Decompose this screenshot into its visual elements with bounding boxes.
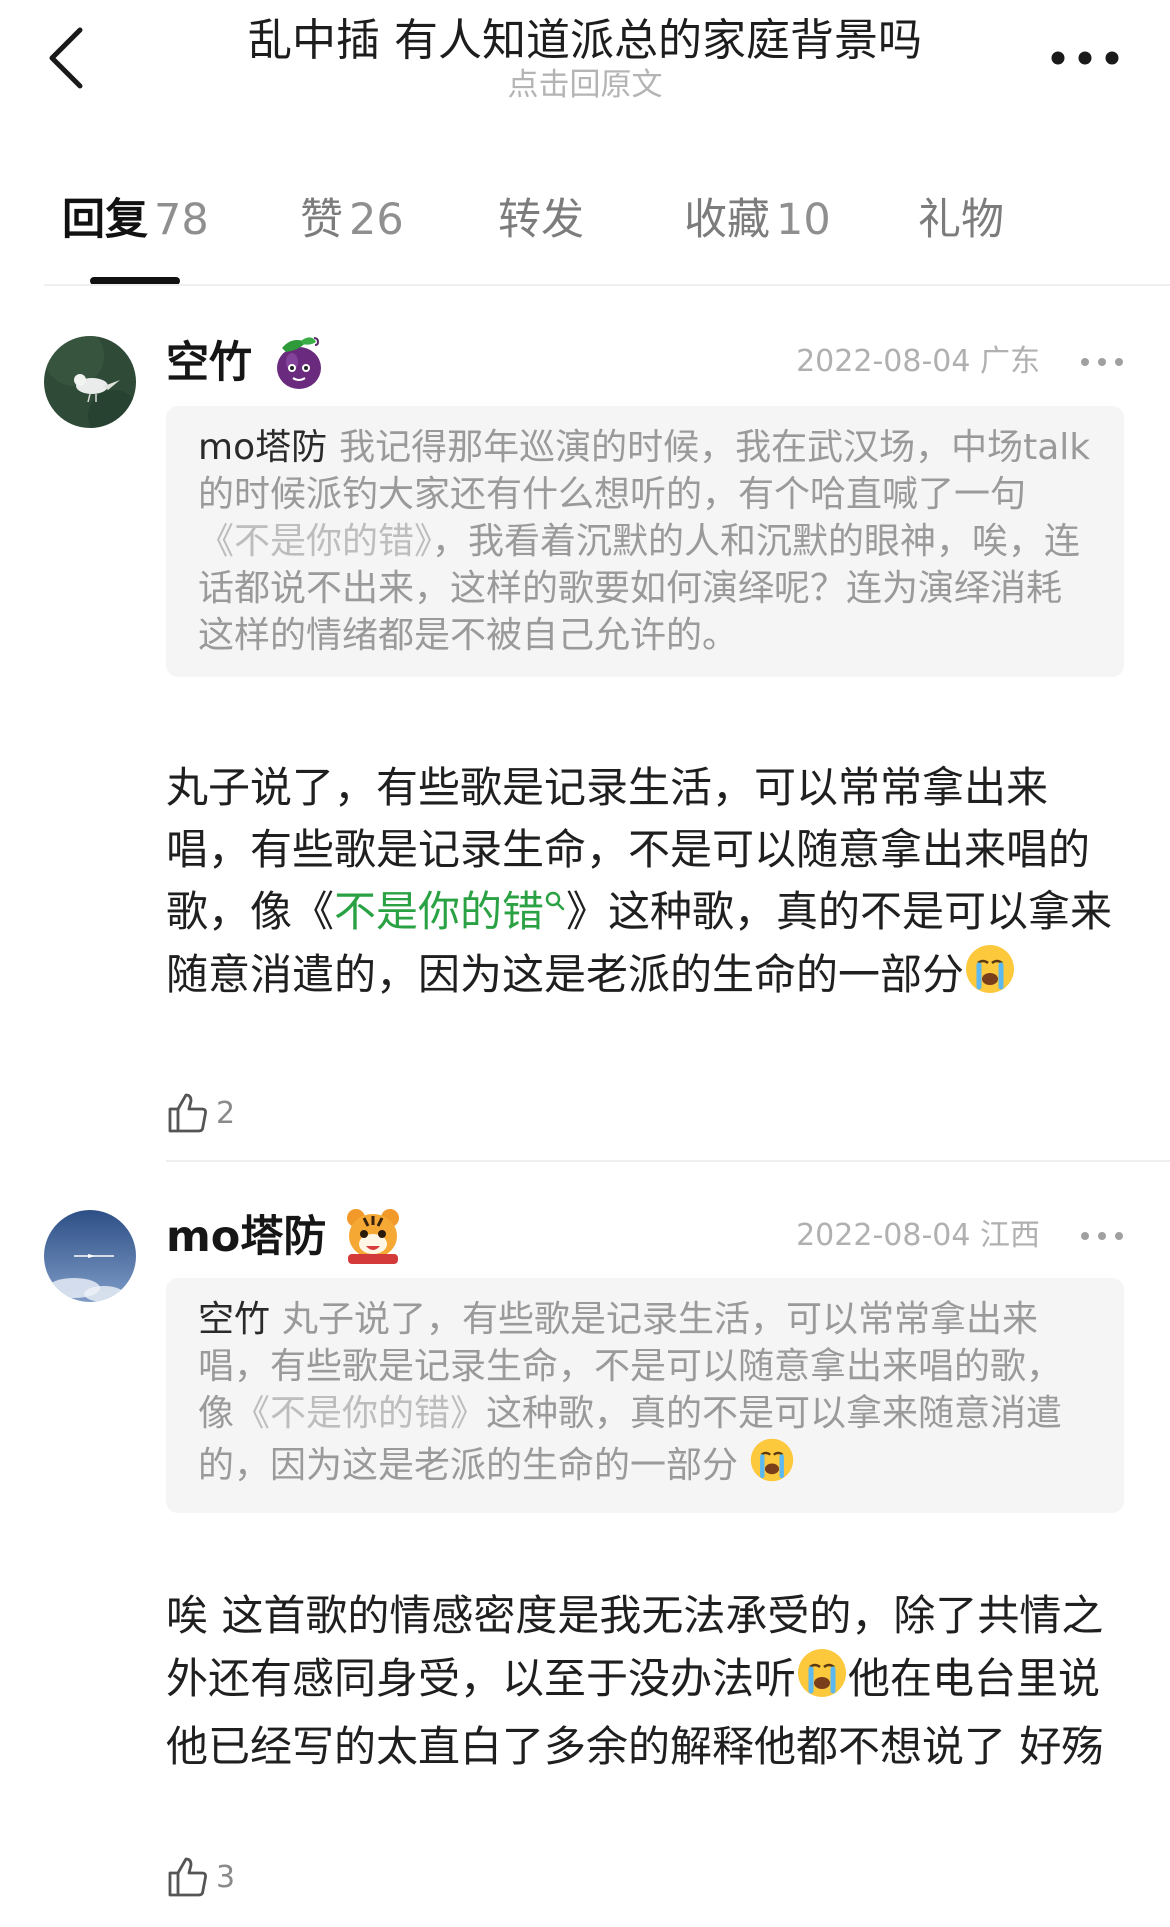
comment-meta: 2022-08-04 江西 <box>740 1216 1040 1256</box>
avatar[interactable] <box>44 1210 136 1302</box>
tab-label: 赞 <box>300 195 343 245</box>
comment-location: 江西 <box>980 1218 1040 1253</box>
like-count: 2 <box>216 1095 236 1131</box>
quoted-author[interactable]: 空竹 <box>198 1299 270 1340</box>
like-count: 3 <box>216 1859 236 1895</box>
quoted-song-title: 《不是你的错》 <box>198 521 433 562</box>
tab-favorites[interactable]: 收藏 10 <box>684 190 831 250</box>
thumbs-up-icon <box>168 1093 207 1133</box>
search-icon <box>545 891 565 911</box>
tab-count: 26 <box>349 195 404 245</box>
tab-label: 收藏 <box>684 195 770 245</box>
thumbs-up-icon <box>168 1857 207 1897</box>
username[interactable]: 空竹 <box>166 337 252 389</box>
comment-date: 2022-08-04 <box>796 1218 971 1253</box>
tiger-badge-icon <box>342 1204 404 1266</box>
crying-face-icon <box>749 1437 795 1495</box>
username[interactable]: mo塔防 <box>166 1211 326 1263</box>
song-link-label: 不是你的错 <box>334 887 545 936</box>
tab-replies[interactable]: 回复 78 <box>62 190 209 250</box>
back-button[interactable] <box>34 18 98 98</box>
song-link[interactable]: 不是你的错 <box>334 887 566 936</box>
comment-more-button[interactable] <box>1074 350 1130 374</box>
quoted-song-title: 《不是你的错》 <box>234 1393 487 1434</box>
eggplant-badge-icon <box>272 332 328 392</box>
page-title: 乱中插 有人知道派总的家庭背景吗 <box>248 15 922 66</box>
comment-more-button[interactable] <box>1074 1224 1130 1248</box>
back-to-original-link[interactable]: 点击回原文 <box>150 66 1020 104</box>
tab-label: 礼物 <box>918 195 1004 245</box>
bird-avatar-icon <box>44 336 136 428</box>
comment-content: 丸子说了，有些歌是记录生活，可以常常拿出来唱，有些歌是记录生命，不是可以随意拿出… <box>166 757 1116 1012</box>
comment-date: 2022-08-04 <box>796 344 971 379</box>
comment-meta: 2022-08-04 广东 <box>740 342 1040 382</box>
sky-avatar-icon <box>44 1210 136 1302</box>
quoted-text: 我记得那年巡演的时候，我在武汉场，中场talk的时候派钓大家还有什么想听的，有个… <box>198 427 1091 515</box>
comment-divider <box>166 1160 1170 1162</box>
comment-content: 唉 这首歌的情感密度是我无法承受的，除了共情之外还有感同身受，以至于没办法听 他在… <box>166 1585 1116 1778</box>
chevron-left-icon <box>49 27 83 89</box>
tab-label: 回复 <box>62 195 148 245</box>
tab-count: 10 <box>776 195 831 245</box>
more-icon <box>1051 51 1119 65</box>
quoted-reply[interactable]: 空竹 丸子说了，有些歌是记录生活，可以常常拿出来唱，有些歌是记录生命，不是可以随意… <box>166 1278 1124 1513</box>
avatar[interactable] <box>44 336 136 428</box>
tab-count: 78 <box>154 195 209 245</box>
crying-face-icon <box>796 1647 848 1716</box>
quoted-reply[interactable]: mo塔防 我记得那年巡演的时候，我在武汉场，中场talk的时候派钓大家还有什么想听… <box>166 406 1124 677</box>
more-icon <box>1081 358 1123 366</box>
tab-gifts[interactable]: 礼物 <box>918 190 1004 250</box>
comment-location: 广东 <box>980 344 1040 379</box>
more-icon <box>1081 1232 1123 1240</box>
like-button[interactable]: 2 <box>166 1088 235 1138</box>
crying-face-icon <box>964 943 1016 1012</box>
tab-reposts[interactable]: 转发 <box>498 190 584 250</box>
tabs-divider <box>44 284 1170 286</box>
more-options-button[interactable] <box>1040 40 1130 76</box>
like-button[interactable]: 3 <box>166 1852 235 1902</box>
tab-likes[interactable]: 赞 26 <box>300 190 404 250</box>
tab-label: 转发 <box>498 195 584 245</box>
quoted-author[interactable]: mo塔防 <box>198 427 327 468</box>
